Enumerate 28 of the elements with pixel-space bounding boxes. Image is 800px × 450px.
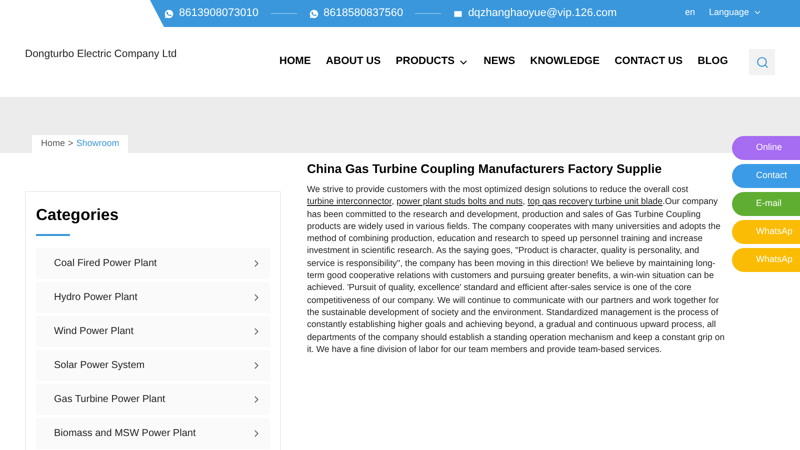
category-item[interactable]: Solar Power System xyxy=(36,350,270,381)
search-button[interactable] xyxy=(749,49,775,75)
whatsapp-icon xyxy=(164,8,174,18)
whatsapp-icon xyxy=(308,8,319,18)
nav-link[interactable]: BLOG xyxy=(698,54,728,70)
company-logo-text[interactable]: Dongturbo Electric Company Ltd xyxy=(25,47,177,63)
category-item[interactable]: Coal Fired Power Plant xyxy=(36,248,270,279)
article-title: China Gas Turbine Coupling Manufacturers Factory Supplie xyxy=(307,161,663,178)
breadcrumb-separator: > xyxy=(68,137,74,150)
chevron-down-icon xyxy=(753,8,762,17)
article-paragraph: We strive to provide customers with the most optimized design solutions to reduce the overall cost turbine interconnector, power plant studs bolts and nuts, top gas recovery turbine unit blade.Our company has been committed to the research and development, production and sales of Gas Turbine Coupling products are widely used in various fields. The company cooperates with many universities and adopts the method of combining production, education and research to speed up personnel training and increase investment in scientific research. As the saying goes, "Product is character, quality is personality, and service is responsibility", the company has been moving in this direction! We believe by maintaining long-term good cooperative relations with customers and pursuing greater benefits, a win-win situation can be achieved. 'Pursuit of quality, excellence' standard and efficient after-sales service is one of the core competitiveness of our company. We will continue to communicate with our partners and work together for the sustainable development of society and the environment. Standardized management is the process of constantly establishing higher goals and achieving beyond, a gradual and continuous upward process, all departments of the company should establish a standing operation mechanism and keep a constant grip on it. We have a fine division of labor for our team members and provide team-based services. xyxy=(307,183,725,356)
nav-link[interactable]: PRODUCTS xyxy=(396,54,469,70)
product-link[interactable]: turbine interconnector xyxy=(307,196,392,206)
nav-link[interactable]: HOME xyxy=(279,54,311,70)
nav-link[interactable]: NEWS xyxy=(484,54,516,70)
category-item[interactable]: Gas Turbine Power Plant xyxy=(36,384,270,415)
category-item[interactable]: Wind Power Plant xyxy=(36,316,270,347)
breadcrumb-link[interactable]: Home xyxy=(41,137,66,151)
mail-icon xyxy=(453,8,464,18)
nav-link[interactable]: CONTACT US xyxy=(614,54,683,70)
nav-link[interactable]: ABOUT US xyxy=(326,54,381,70)
product-link[interactable]: top gas recovery turbine unit blade xyxy=(528,196,663,206)
nav-link[interactable]: KNOWLEDGE xyxy=(530,54,600,70)
product-link[interactable]: power plant studs bolts and nuts xyxy=(396,196,523,206)
category-item[interactable]: Biomass and MSW Power Plant xyxy=(36,418,270,449)
category-item[interactable]: Hydro Power Plant xyxy=(36,282,270,313)
categories-title: Categories xyxy=(36,206,120,226)
search-icon xyxy=(756,56,768,68)
